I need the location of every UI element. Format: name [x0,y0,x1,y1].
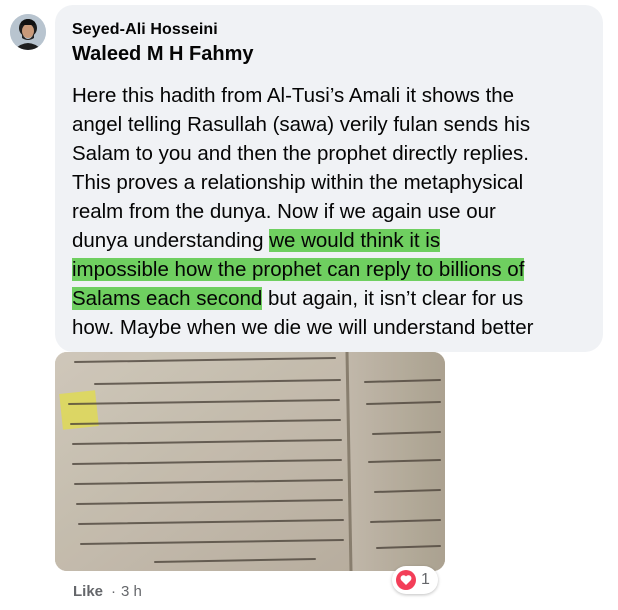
comment-text-segment: dunya understanding [72,229,270,252]
comment-line: Salam to you and then the prophet direct… [72,142,529,165]
mentioned-user[interactable]: Waleed M H Fahmy [72,43,254,66]
comment-line: This proves a relationship within the me… [72,171,524,194]
reaction-summary[interactable]: 1 [392,566,438,594]
highlighted-text: Salams each second [72,287,263,310]
comment-text: Here this hadith from Al-Tusi’s Amali it… [72,81,592,342]
comment-text-segment: but again, it isn’t clear for us [262,287,524,310]
comment-line: angel telling Rasullah (sawa) verily ful… [72,113,531,136]
love-heart-icon [396,570,416,590]
avatar[interactable] [10,14,46,50]
comment-author[interactable]: Seyed-Ali Hosseini [72,21,218,39]
like-button[interactable]: Like [73,583,103,600]
comment-line: Here this hadith from Al-Tusi’s Amali it… [72,84,515,107]
highlighted-text: we would think it is [269,229,441,252]
comment-line: realm from the dunya. Now if we again us… [72,200,496,223]
separator-dot: · [111,583,116,600]
comment-timestamp[interactable]: 3 h [121,583,142,600]
reaction-count: 1 [421,571,430,588]
photo-attachment[interactable] [55,352,445,571]
comment-container: Seyed-Ali Hosseini Waleed M H Fahmy Here… [0,0,618,610]
comment-line: impossible how the prophet can reply to … [72,255,592,284]
highlighted-text: impossible how the prophet can reply to … [72,258,525,281]
comment-line: Salams each second but again, it isn’t c… [72,284,592,313]
comment-bubble: Seyed-Ali Hosseini Waleed M H Fahmy Here… [55,5,603,352]
comment-line: how. Maybe when we die we will understan… [72,316,534,339]
comment-line: dunya understanding we would think it is [72,226,592,255]
